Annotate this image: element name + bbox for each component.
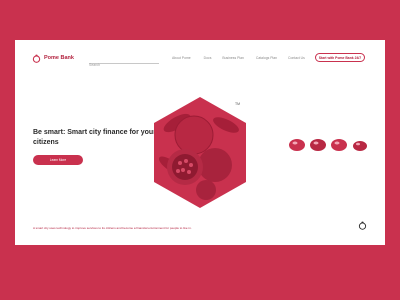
search-input[interactable] xyxy=(89,61,159,69)
brand-logo[interactable]: Pome Bank xyxy=(32,53,74,63)
search-bar[interactable] xyxy=(89,53,159,69)
pomegranate-icon xyxy=(32,54,41,63)
footer-description: A smart city uses technology to improve … xyxy=(33,226,192,230)
nav-item-about[interactable]: About Pome xyxy=(172,56,191,60)
pomegranate-seeds-image xyxy=(285,135,375,155)
learn-more-button[interactable]: Learn More xyxy=(33,155,83,165)
hero-pomegranate-image xyxy=(150,95,250,210)
main-card: Pome Bank About Pome Docs Business Plan … xyxy=(15,40,385,245)
brand-name: Pome Bank xyxy=(44,55,74,61)
nav-item-business-plan[interactable]: Business Plan xyxy=(222,56,244,60)
hero-headline: Be smart: Smart city finance for your ci… xyxy=(33,129,156,146)
nav-item-catalogs-plan[interactable]: Catalogs Plan xyxy=(256,56,277,60)
trademark-mark: TM xyxy=(235,102,241,106)
pomegranate-outline-icon[interactable] xyxy=(358,220,367,230)
start-cta-button[interactable]: Start with Pome Bank 24/7 xyxy=(315,53,365,62)
nav-item-contact[interactable]: Contact Us xyxy=(288,56,305,60)
nav-item-docs[interactable]: Docs xyxy=(204,56,212,60)
top-nav: About Pome Docs Business Plan Catalogs P… xyxy=(172,56,305,60)
